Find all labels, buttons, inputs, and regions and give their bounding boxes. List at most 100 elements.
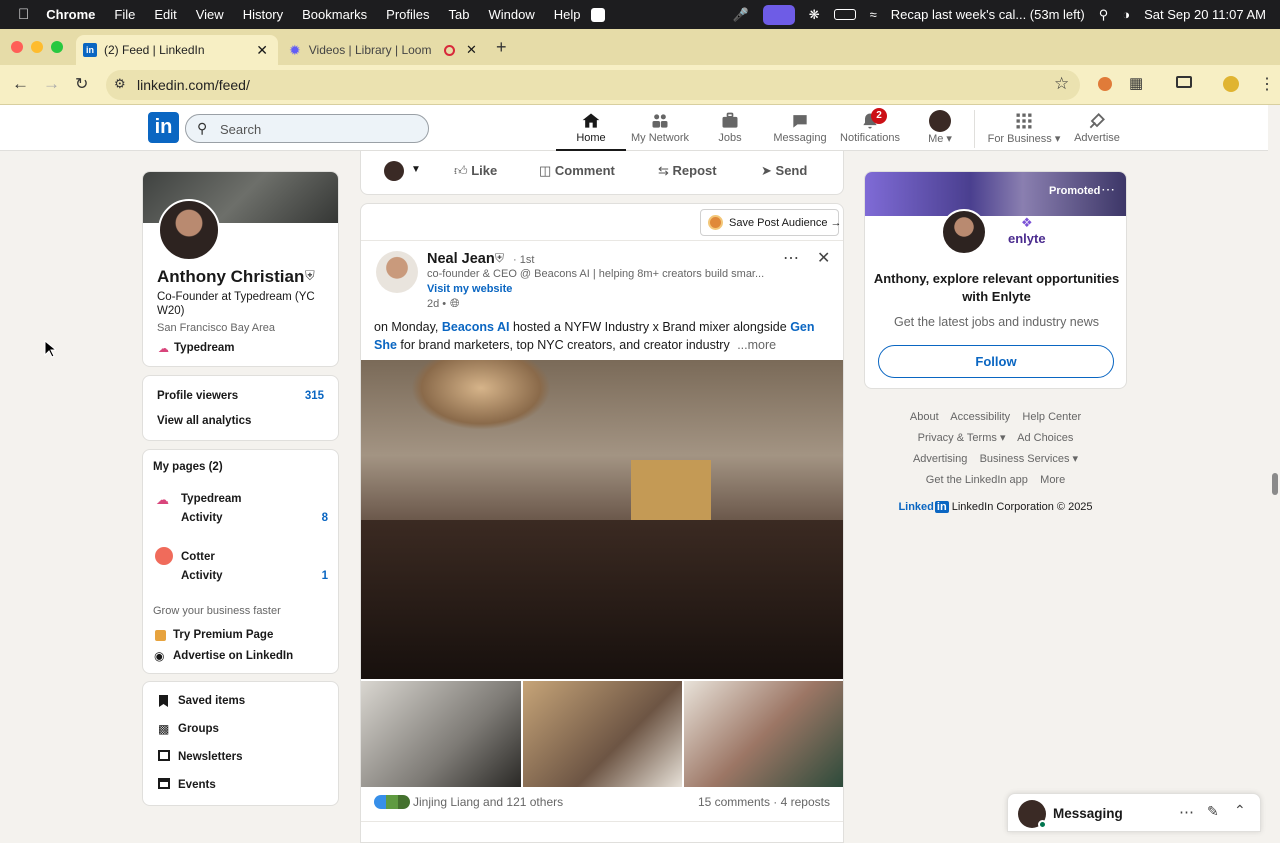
nav-notifications[interactable]: 2 Notifications xyxy=(830,107,910,151)
page-activity-label[interactable]: Activity xyxy=(181,570,223,582)
profile-viewers-label[interactable]: Profile viewers xyxy=(157,390,238,402)
footer-help-center[interactable]: Help Center xyxy=(1022,411,1081,423)
chevron-down-icon[interactable]: ▼ xyxy=(411,164,421,175)
new-tab-button[interactable]: + xyxy=(496,37,507,58)
tab-loom[interactable]: ✹ Videos | Library | Loom ✕ xyxy=(282,35,482,65)
page-name-typedream[interactable]: Typedream xyxy=(181,493,242,505)
battery-icon[interactable] xyxy=(833,9,856,20)
tab-close-icon[interactable]: ✕ xyxy=(256,42,268,59)
messaging-options-icon[interactable]: ⋯ xyxy=(1179,803,1194,821)
post-thumb-1[interactable] xyxy=(361,681,521,787)
linkedin-logo[interactable]: in xyxy=(148,112,179,143)
window-zoom-button[interactable] xyxy=(51,41,63,53)
browser-menu-icon[interactable]: ⋮ xyxy=(1259,74,1275,94)
newsletters-link[interactable]: Newsletters xyxy=(178,751,243,763)
menu-datetime[interactable]: Sat Sep 20 11:07 AM xyxy=(1144,7,1266,22)
page-activity-count[interactable]: 8 xyxy=(322,512,328,524)
nav-for-business[interactable]: For Business ▾ xyxy=(983,107,1065,151)
nav-my-network[interactable]: My Network xyxy=(620,107,700,151)
menu-help[interactable]: Help xyxy=(554,7,581,22)
nav-jobs[interactable]: Jobs xyxy=(690,107,770,151)
scrollbar-thumb[interactable] xyxy=(1272,473,1278,495)
back-arrow-icon[interactable]: ← xyxy=(12,74,29,94)
repost-button[interactable]: ⇆ Repost xyxy=(658,163,717,179)
footer-ad-choices[interactable]: Ad Choices xyxy=(1017,432,1073,444)
menu-edit[interactable]: Edit xyxy=(154,7,176,22)
fan-icon[interactable]: ❋ xyxy=(809,7,820,23)
wifi-icon[interactable]: ≈ xyxy=(870,7,877,22)
try-premium-link[interactable]: Try Premium Page xyxy=(173,629,273,641)
microphone-icon[interactable]: 🎤 xyxy=(733,7,749,23)
footer-more[interactable]: More xyxy=(1040,474,1065,486)
send-button[interactable]: ➤ Send xyxy=(761,163,807,179)
profile-avatar-icon[interactable] xyxy=(1223,76,1239,92)
post-thumb-3[interactable] xyxy=(684,681,843,787)
chevron-up-icon[interactable]: ⌃ xyxy=(1234,802,1246,819)
footer-about[interactable]: About xyxy=(910,411,939,423)
ad-options-icon[interactable]: ⋯ xyxy=(1101,181,1115,198)
menu-history[interactable]: History xyxy=(243,7,283,22)
calendar-status-text[interactable]: Recap last week's cal... (53m left) xyxy=(891,7,1085,22)
nav-advertise[interactable]: Advertise xyxy=(1057,107,1137,151)
profile-avatar[interactable] xyxy=(158,199,220,261)
footer-advertising[interactable]: Advertising xyxy=(913,453,967,465)
reactions-count[interactable]: Jinjing Liang and 121 others xyxy=(413,795,563,809)
see-more-link[interactable]: ...more xyxy=(737,338,776,352)
post-thumb-2[interactable] xyxy=(523,681,682,787)
mention-beacons[interactable]: Beacons AI xyxy=(442,320,510,334)
nav-messaging[interactable]: Messaging xyxy=(760,107,840,151)
compose-icon[interactable]: ✎ xyxy=(1207,803,1219,820)
nav-me[interactable]: Me ▾ xyxy=(900,107,980,151)
tab-linkedin[interactable]: in (2) Feed | LinkedIn ✕ xyxy=(76,35,278,65)
footer-accessibility[interactable]: Accessibility xyxy=(950,411,1010,423)
saved-items-link[interactable]: Saved items xyxy=(178,695,245,707)
tab-close-icon[interactable]: ✕ xyxy=(466,42,477,58)
profile-viewers-count[interactable]: 315 xyxy=(305,390,324,402)
actor-avatar[interactable] xyxy=(384,161,404,181)
search-input[interactable]: ⚲ Search xyxy=(185,114,429,143)
apple-icon[interactable]:  xyxy=(18,6,29,23)
messaging-overlay[interactable]: Messaging ⋯ ✎ ⌃ xyxy=(1007,793,1261,832)
page-scrollbar[interactable] xyxy=(1268,105,1280,832)
reload-icon[interactable]: ↻ xyxy=(75,74,88,94)
ad-headline[interactable]: Anthony, explore relevant opportunities w… xyxy=(865,270,1126,306)
dismiss-post-icon[interactable]: ✕ xyxy=(817,248,830,268)
footer-business-services[interactable]: Business Services ▾ xyxy=(980,453,1078,465)
mention-gen-she-2[interactable]: She xyxy=(374,338,397,352)
footer-privacy-terms[interactable]: Privacy & Terms ▾ xyxy=(918,432,1006,444)
address-bar[interactable] xyxy=(106,70,1080,100)
extensions-puzzle-icon[interactable]: ▦ xyxy=(1129,74,1143,92)
address-url[interactable]: linkedin.com/feed/ xyxy=(137,77,250,93)
follow-button[interactable]: Follow xyxy=(878,345,1114,378)
post-author-avatar[interactable] xyxy=(376,251,418,293)
forward-arrow-icon[interactable]: → xyxy=(43,74,60,94)
events-link[interactable]: Events xyxy=(178,779,216,791)
emoji-app-icon[interactable] xyxy=(590,7,605,22)
menu-tab[interactable]: Tab xyxy=(449,7,470,22)
screen-share-icon[interactable] xyxy=(762,4,795,25)
footer-get-app[interactable]: Get the LinkedIn app xyxy=(926,474,1028,486)
window-close-button[interactable] xyxy=(11,41,23,53)
page-activity-label[interactable]: Activity xyxy=(181,512,223,524)
menu-window[interactable]: Window xyxy=(489,7,535,22)
profile-name[interactable]: Anthony Christian xyxy=(157,267,304,287)
menu-file[interactable]: File xyxy=(114,7,135,22)
site-settings-icon[interactable]: ⚙ xyxy=(114,76,126,92)
like-button[interactable]: 👍︎ Like xyxy=(454,163,497,179)
comment-button[interactable]: ◫ Comment xyxy=(539,163,615,179)
my-pages-title[interactable]: My pages (2) xyxy=(153,461,223,473)
advertise-link[interactable]: Advertise on LinkedIn xyxy=(173,650,293,662)
ad-brand-name[interactable]: enlyte xyxy=(1008,231,1046,246)
more-options-icon[interactable]: ⋯ xyxy=(783,248,799,268)
nav-home[interactable]: Home xyxy=(551,107,631,151)
groups-link[interactable]: Groups xyxy=(178,723,219,735)
post-main-photo[interactable] xyxy=(361,360,843,679)
visit-website-link[interactable]: Visit my website xyxy=(427,283,512,295)
view-analytics-link[interactable]: View all analytics xyxy=(157,415,251,427)
cast-icon[interactable] xyxy=(1176,76,1192,88)
page-name-cotter[interactable]: Cotter xyxy=(181,551,215,563)
page-activity-count[interactable]: 1 xyxy=(322,570,328,582)
menu-view[interactable]: View xyxy=(196,7,224,22)
extension-icon[interactable] xyxy=(1098,77,1112,91)
save-audience-button[interactable]: Save Post Audience → xyxy=(700,209,842,236)
